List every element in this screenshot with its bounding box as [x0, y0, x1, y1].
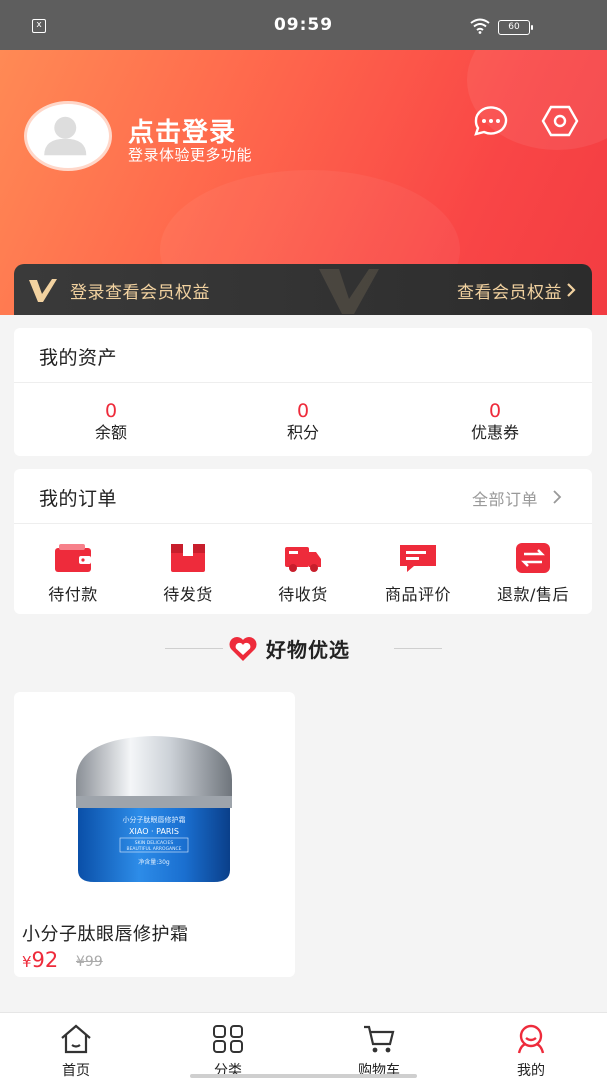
divider — [394, 648, 442, 649]
tab-label: 我的 — [517, 1063, 545, 1079]
svg-text:XIAO · PARIS: XIAO · PARIS — [129, 827, 179, 836]
cart-icon — [364, 1025, 395, 1053]
svg-text:SKIN DELICACIES: SKIN DELICACIES — [135, 840, 174, 846]
order-refund[interactable]: 退款/售后 — [475, 541, 591, 605]
member-benefits-bar[interactable]: 登录查看会员权益 查看会员权益 — [14, 264, 592, 315]
home-icon — [61, 1024, 91, 1054]
chevron-right-icon — [567, 283, 576, 297]
order-label: 待收货 — [278, 585, 328, 604]
order-label: 商品评价 — [384, 585, 451, 604]
wifi-icon — [470, 18, 490, 34]
order-label: 待付款 — [48, 585, 98, 604]
login-subtitle: 登录体验更多功能 — [128, 146, 253, 164]
status-bar: x 09:59 60 — [0, 0, 607, 50]
home-indicator — [190, 1074, 417, 1078]
vip-watermark-icon — [319, 269, 379, 314]
order-label: 待发货 — [163, 585, 213, 604]
bottom-tab-bar: 首页 分类 购物车 我的 — [0, 1012, 607, 1080]
product-card[interactable]: 小分子肽眼唇修护霜 XIAO · PARIS SKIN DELICACIES B… — [14, 692, 295, 977]
orders-title: 我的订单 — [39, 488, 118, 510]
view-benefits-link[interactable]: 查看会员权益 — [457, 278, 562, 303]
asset-label: 积分 — [286, 423, 319, 442]
asset-balance[interactable]: 0 余额 — [46, 400, 176, 444]
truck-icon — [285, 547, 321, 572]
tab-category[interactable]: 分类 — [178, 1023, 278, 1080]
chevron-right-icon[interactable] — [552, 489, 562, 505]
product-image[interactable]: 小分子肽眼唇修护霜 XIAO · PARIS SKIN DELICACIES B… — [54, 730, 254, 890]
price-currency: ¥ — [22, 953, 32, 971]
product-original-price: ¥99 — [76, 954, 103, 970]
tab-cart[interactable]: 购物车 — [329, 1023, 429, 1080]
settings-icon[interactable] — [541, 104, 579, 138]
recommend-section-title: 好物优选 — [0, 632, 607, 662]
category-icon — [213, 1025, 243, 1053]
order-to-ship[interactable]: 待发货 — [130, 541, 246, 605]
svg-text:小分子肽眼唇修护霜: 小分子肽眼唇修护霜 — [123, 815, 186, 824]
review-icon — [400, 545, 436, 572]
user-placeholder-icon — [44, 116, 87, 156]
product-price: ¥92 — [22, 948, 58, 972]
order-review[interactable]: 商品评价 — [360, 541, 476, 605]
asset-label: 优惠券 — [470, 423, 519, 442]
svg-text:BEAUTIFUL ARROGANCE: BEAUTIFUL ARROGANCE — [127, 846, 182, 852]
message-icon[interactable] — [472, 106, 510, 136]
tab-label: 首页 — [62, 1063, 90, 1079]
asset-value: 0 — [104, 400, 118, 422]
member-promo-text: 登录查看会员权益 — [70, 283, 210, 303]
price-value: 92 — [31, 948, 59, 972]
wallet-icon — [55, 544, 91, 572]
recommend-title: 好物优选 — [266, 638, 350, 662]
product-name[interactable]: 小分子肽眼唇修护霜 — [22, 920, 189, 946]
package-icon — [171, 544, 205, 572]
tab-profile[interactable]: 我的 — [481, 1023, 581, 1080]
order-to-receive[interactable]: 待收货 — [245, 541, 361, 605]
tab-home[interactable]: 首页 — [26, 1023, 126, 1080]
asset-value: 0 — [488, 400, 502, 422]
battery-indicator: 60 — [498, 20, 533, 35]
asset-label: 余额 — [94, 423, 127, 442]
profile-icon — [517, 1024, 545, 1054]
divider — [165, 648, 223, 649]
divider — [14, 382, 592, 383]
vip-icon — [29, 279, 57, 302]
orders-card: 我的订单 全部订单 待付款 待发货 待收货 商品评价 退款/售后 — [14, 469, 592, 614]
svg-text:净含量:30g: 净含量:30g — [138, 858, 170, 866]
order-label: 退款/售后 — [497, 585, 569, 604]
avatar[interactable] — [24, 101, 112, 171]
divider — [14, 523, 592, 524]
asset-points[interactable]: 0 积分 — [238, 400, 368, 444]
refund-icon — [516, 543, 550, 573]
asset-value: 0 — [296, 400, 310, 422]
all-orders-link[interactable]: 全部订单 — [472, 486, 538, 510]
assets-title: 我的资产 — [39, 347, 118, 369]
assets-card: 我的资产 0 余额 0 积分 0 优惠券 — [14, 328, 592, 456]
asset-coupons[interactable]: 0 优惠券 — [430, 400, 560, 444]
order-pending-payment[interactable]: 待付款 — [15, 541, 131, 605]
heart-icon — [229, 637, 257, 661]
